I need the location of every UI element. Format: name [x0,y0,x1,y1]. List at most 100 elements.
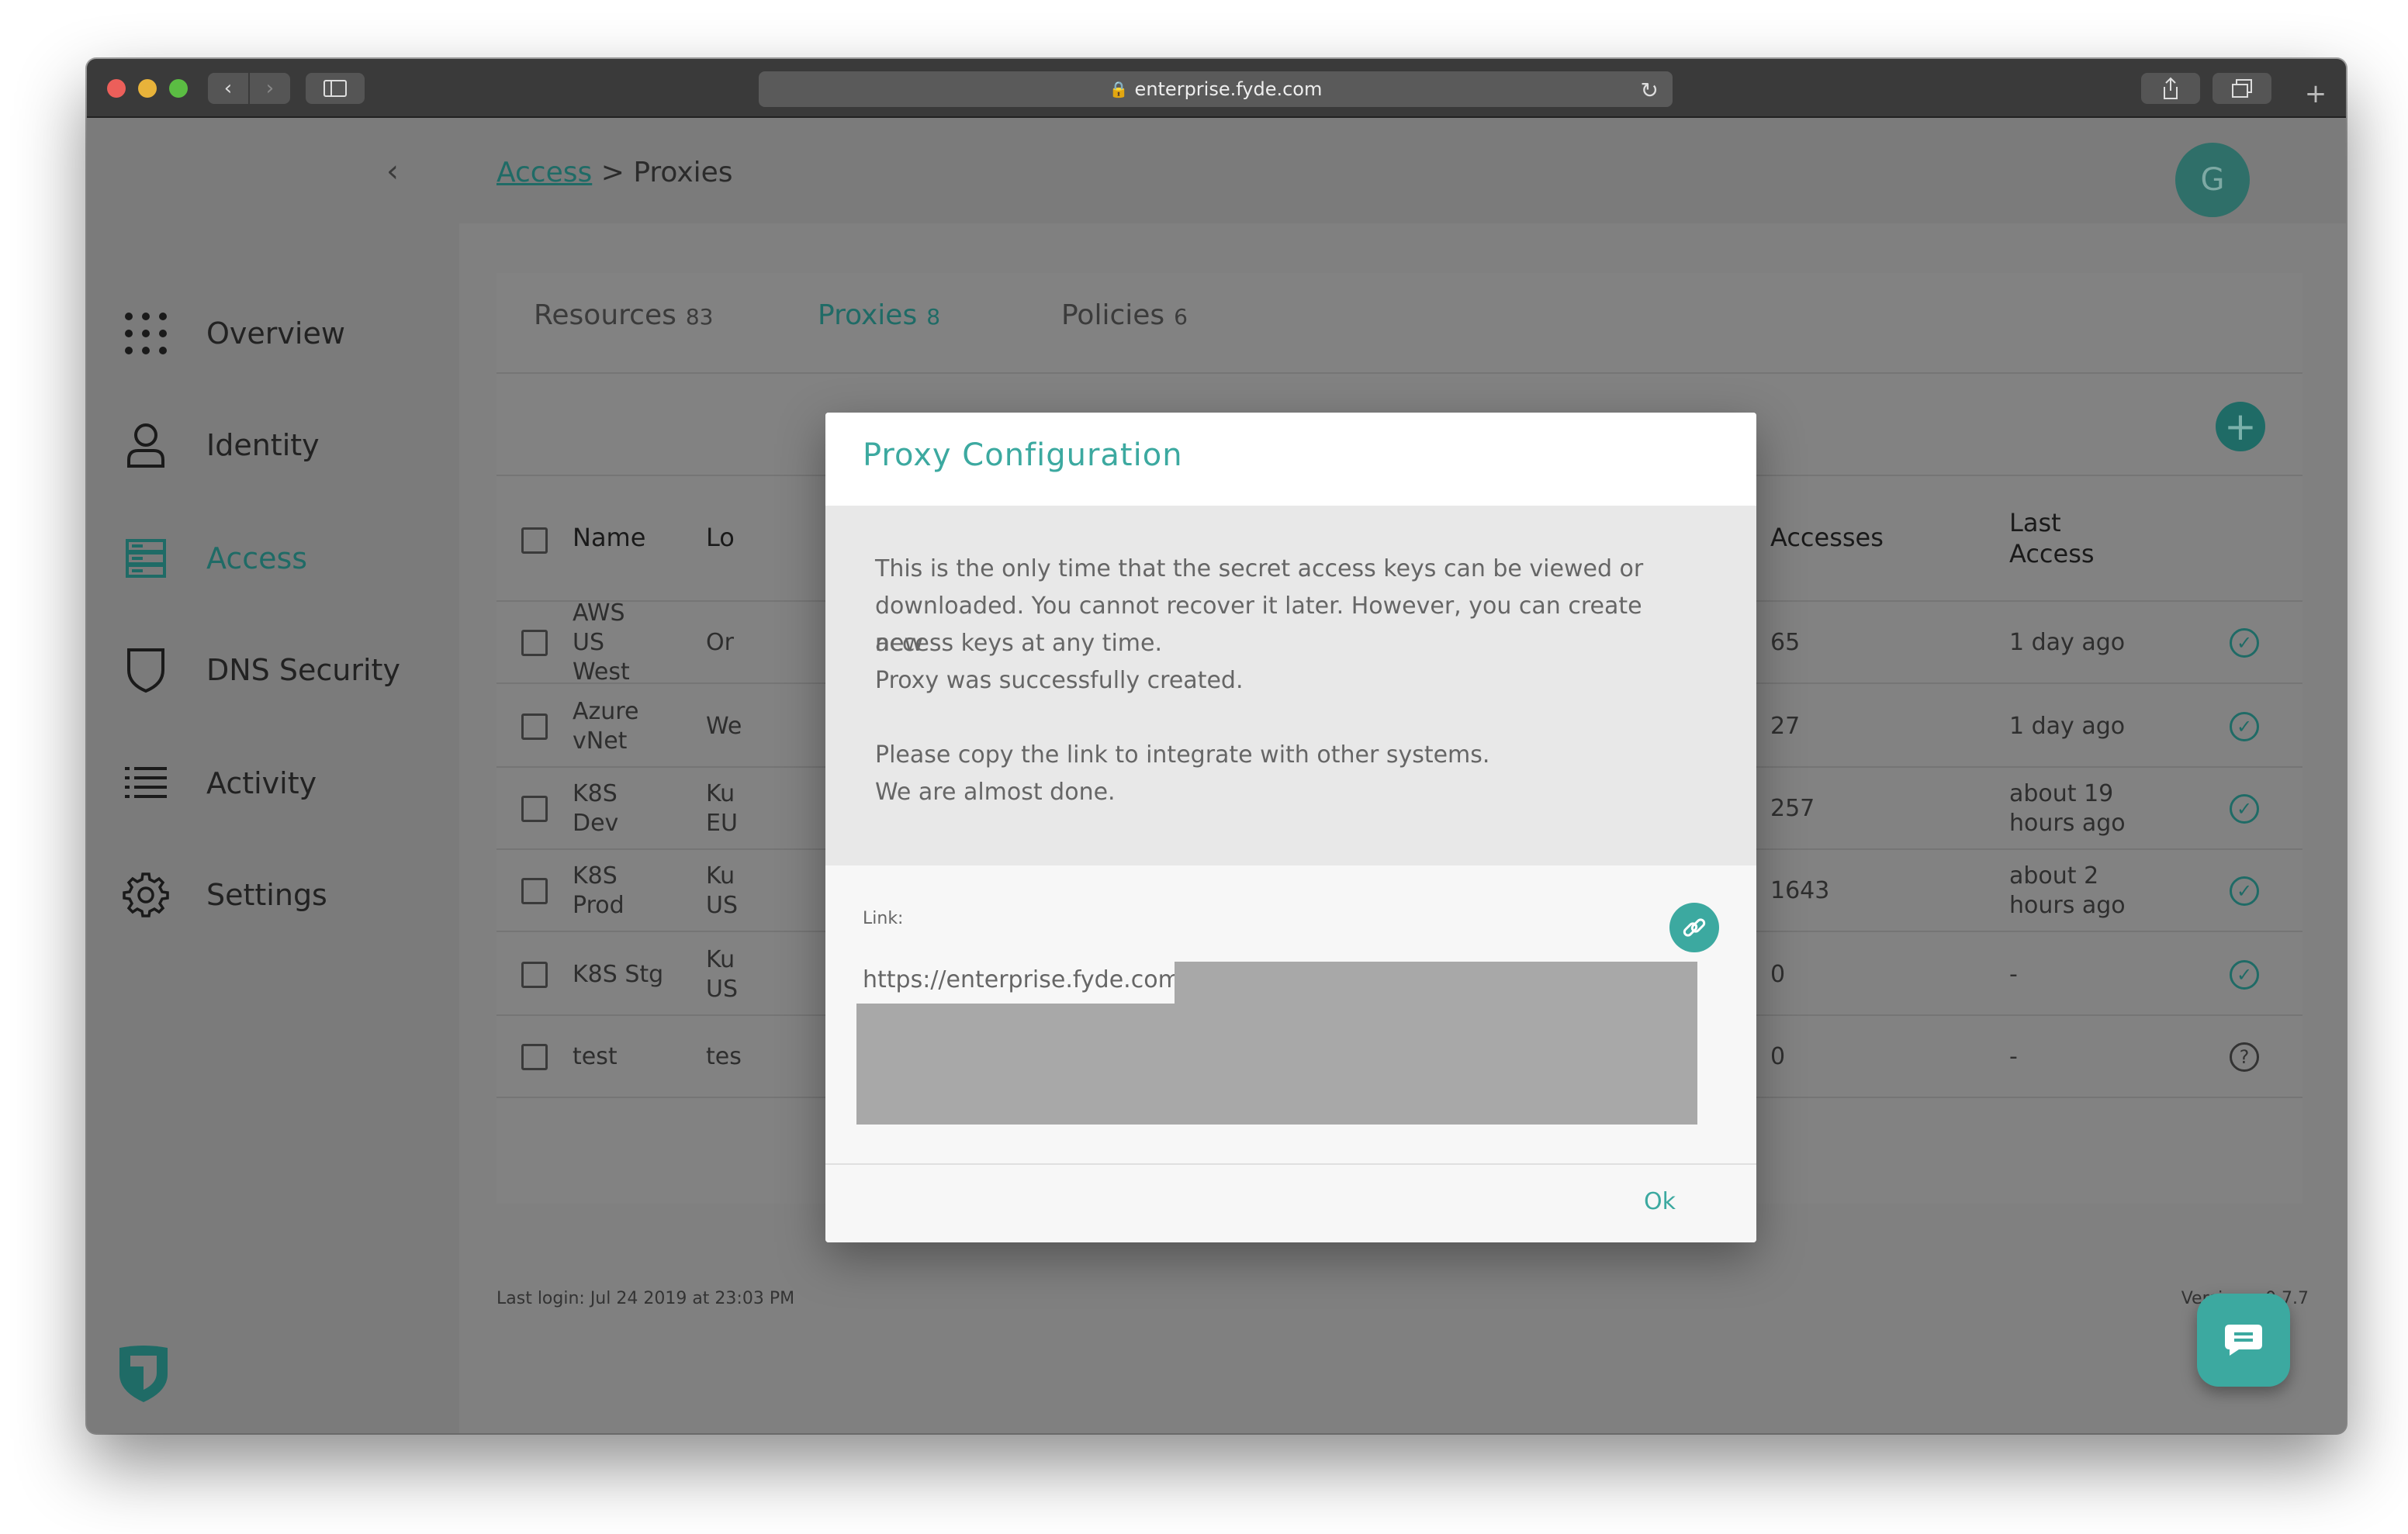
tab-proxies[interactable]: Proxies 8 [818,299,940,331]
tab-label: Policies [1061,299,1165,331]
message-line: Proxy was successfully created. [875,667,1244,694]
breadcrumb: Access > Proxies [496,157,733,188]
copy-link-button[interactable] [1669,903,1719,952]
browser-window: ‹ › 🔒 enterprise.fyde.com ↻ + ‹ Access >… [87,59,2346,1433]
message-line: We are almost done. [875,779,1116,806]
sidebar-item-label: Activity [206,766,317,800]
sidebar-item-label: Overview [206,316,345,351]
cell-name: Azure vNet [573,697,638,756]
ok-button[interactable]: Ok [1644,1188,1676,1215]
server-stack-icon [119,532,172,585]
chevron-left-icon: ‹ [223,77,233,100]
cell-name: AWS US West [573,599,630,687]
cell-location: Ku EU [706,779,738,838]
sidebar-item-activity[interactable]: Activity [119,752,317,814]
tab-count: 6 [1174,304,1188,330]
share-button[interactable] [2141,73,2200,104]
sidebar-item-dns-security[interactable]: DNS Security [119,639,400,701]
chat-support-button[interactable] [2197,1294,2290,1387]
row-checkbox[interactable] [521,796,548,822]
sidebar-toggle-button[interactable] [306,73,365,104]
row-checkbox[interactable] [521,713,548,740]
page-header: ‹ Access > Proxies G [87,118,2346,223]
cell-line: Dev [573,810,619,837]
sidebar-item-identity[interactable]: Identity [119,414,320,476]
dialog-title: Proxy Configuration [863,437,1183,473]
row-checkbox[interactable] [521,1044,548,1070]
cell-name: K8S Dev [573,779,618,838]
status-ok-icon: ✓ [2230,960,2259,990]
select-all-checkbox[interactable] [521,527,548,554]
collapse-sidebar-icon[interactable]: ‹ [386,154,399,189]
cell-accesses: 0 [1770,961,1786,988]
lock-icon: 🔒 [1109,80,1129,98]
cell-line: US [706,892,739,919]
column-header-location[interactable]: Lo [706,523,735,552]
cell-line: 1 day ago [2009,629,2126,656]
minimize-window-button[interactable] [138,79,157,98]
tab-resources[interactable]: Resources 83 [534,299,714,331]
close-window-button[interactable] [107,79,126,98]
fyde-logo-icon [116,1343,171,1405]
forward-button[interactable]: › [250,73,290,104]
new-tab-button[interactable]: + [2296,76,2335,112]
cell-line: - [2009,961,2018,988]
list-icon [119,757,172,810]
column-header-last-access[interactable]: Last Access [2009,507,2095,569]
address-bar-url: enterprise.fyde.com [1134,78,1323,100]
cell-line: US [573,629,605,656]
back-button[interactable]: ‹ [208,73,248,104]
link-field[interactable]: https://enterprise.fyde.com/ [856,962,1697,1125]
link-section: Link: https://enterprise.fyde.com/ [825,865,1756,1168]
tab-count: 8 [926,304,941,330]
cell-last-access: 1 day ago [2009,712,2125,741]
sidebar-item-settings[interactable]: Settings [119,864,327,926]
tab-policies[interactable]: Policies 6 [1061,299,1188,331]
cell-accesses: 257 [1770,795,1815,822]
cell-line: Azure [573,698,639,725]
status-ok-icon: ✓ [2230,628,2259,658]
cell-name: K8S Prod [573,862,624,921]
cell-line: - [2009,1043,2018,1070]
sidebar-item-label: Identity [206,428,320,462]
reload-icon[interactable]: ↻ [1641,78,1659,103]
cell-line: Ku [706,946,735,973]
tabs: Resources 83 Proxies 8 Policies 6 [496,273,2302,374]
breadcrumb-access-link[interactable]: Access [496,157,592,188]
tab-count: 83 [685,304,714,330]
breadcrumb-separator: > [600,157,624,188]
shield-icon [119,644,172,696]
avatar[interactable]: G [2175,143,2250,217]
dialog-message: This is the only time that the secret ac… [825,506,1756,865]
cell-last-access: - [2009,960,2018,990]
cell-accesses: 65 [1770,629,1801,656]
show-tabs-button[interactable] [2213,73,2271,104]
maximize-window-button[interactable] [169,79,188,98]
column-header-name[interactable]: Name [573,523,645,552]
message-line: This is the only time that the secret ac… [875,555,1644,582]
sidebar-item-overview[interactable]: Overview [119,302,345,364]
tab-label: Resources [534,299,676,331]
row-checkbox[interactable] [521,630,548,656]
status-ok-icon: ✓ [2230,794,2259,824]
status-ok-icon: ✓ [2230,712,2259,741]
cell-line: Or [706,629,734,656]
cell-last-access: about 2 hours ago [2009,862,2126,921]
cell-line: K8S [573,780,618,807]
status-unknown-icon: ? [2230,1042,2259,1072]
redacted-area [1175,962,1697,1004]
add-proxy-button[interactable]: + [2216,402,2265,451]
address-bar[interactable]: 🔒 enterprise.fyde.com ↻ [759,71,1673,107]
cell-line: EU [706,810,738,837]
browser-titlebar: ‹ › 🔒 enterprise.fyde.com ↻ + [87,59,2346,118]
avatar-initial: G [2200,162,2225,198]
cell-line: about 19 [2009,780,2114,807]
cell-line: K8S Stg [573,961,664,988]
cell-name: K8S Stg [573,960,663,990]
row-checkbox[interactable] [521,878,548,904]
column-header-accesses[interactable]: Accesses [1770,523,1884,552]
row-checkbox[interactable] [521,962,548,988]
cell-location: Ku US [706,945,738,1004]
sidebar-item-access[interactable]: Access [119,527,307,589]
dialog-footer: Ok [825,1163,1756,1242]
